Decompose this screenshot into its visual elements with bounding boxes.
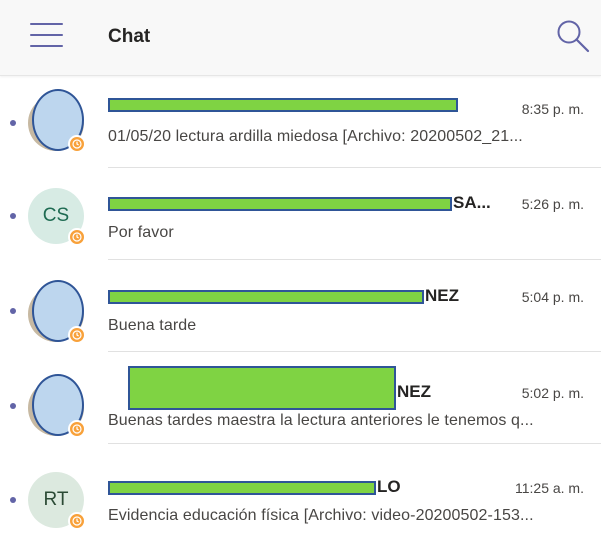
avatar-initials: RT (43, 489, 69, 510)
chat-time: 5:02 p. m. (521, 385, 584, 401)
page-title: Chat (108, 26, 151, 47)
chat-time: 8:35 p. m. (521, 101, 584, 117)
clock-status-icon (68, 326, 86, 344)
chat-time: 5:26 p. m. (521, 196, 584, 212)
chat-name: NEZ (425, 286, 459, 305)
avatar: CS (28, 188, 86, 246)
avatar (28, 280, 86, 344)
chat-preview: Buenas tardes maestra la lectura anterio… (108, 412, 534, 429)
name-redaction (108, 481, 376, 495)
search-icon[interactable] (555, 18, 591, 54)
chat-list-item[interactable]: NEZ 5:04 p. m. Buena tarde (0, 260, 601, 352)
chat-time: 5:04 p. m. (521, 289, 584, 305)
unread-indicator (10, 213, 16, 219)
name-redaction (108, 98, 458, 112)
chat-name: NEZ (397, 382, 431, 401)
chat-list-item[interactable]: RT LO 11:25 a. m. Evidencia educación fí… (0, 444, 601, 543)
avatar: RT (28, 472, 86, 530)
chat-name: SA... (453, 193, 491, 212)
avatar (28, 374, 86, 438)
name-redaction (108, 197, 452, 211)
chat-list-item[interactable]: CS SA... 5:26 p. m. Por favor (0, 168, 601, 260)
unread-indicator (10, 497, 16, 503)
chat-preview: Buena tarde (108, 317, 197, 334)
clock-status-icon (68, 135, 86, 153)
clock-status-icon (68, 420, 86, 438)
chat-list-item[interactable]: NEZ 5:02 p. m. Buenas tardes maestra la … (0, 352, 601, 444)
unread-indicator (10, 308, 16, 314)
avatar (28, 89, 86, 153)
name-redaction (128, 366, 396, 410)
name-redaction (108, 290, 424, 304)
clock-status-icon (68, 228, 86, 246)
clock-status-icon (68, 512, 86, 530)
chat-preview: Por favor (108, 224, 174, 241)
app-header: Chat (0, 0, 601, 76)
unread-indicator (10, 120, 16, 126)
chat-preview: Evidencia educación física [Archivo: vid… (108, 507, 534, 524)
chat-list-item[interactable]: 8:35 p. m. 01/05/20 lectura ardilla mied… (0, 76, 601, 168)
chat-preview: 01/05/20 lectura ardilla miedosa [Archiv… (108, 128, 523, 145)
chat-time: 11:25 a. m. (514, 480, 584, 496)
unread-indicator (10, 403, 16, 409)
chat-name: LO (377, 477, 401, 496)
avatar-initials: CS (42, 205, 70, 226)
hamburger-menu-icon[interactable] (30, 22, 63, 48)
